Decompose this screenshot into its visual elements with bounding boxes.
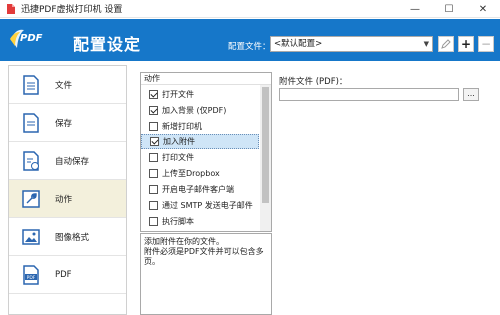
pdf-file-icon: PDF [23, 265, 39, 285]
list-item[interactable]: 开启电子邮件客户端 [141, 182, 259, 197]
svg-text:PDF: PDF [27, 275, 36, 281]
checkbox[interactable] [149, 153, 158, 162]
list-item-label: 上传至Dropbox [162, 169, 220, 178]
sidebar-item-document[interactable]: 文件 [9, 66, 126, 104]
logo-text: PDF [20, 33, 43, 44]
config-select-value: <默认配置> [274, 39, 323, 49]
list-item[interactable]: 执行脚本 [141, 214, 259, 229]
list-item-label: 打开文件 [162, 90, 194, 99]
edit-config-button[interactable] [438, 36, 454, 52]
list-item[interactable]: 打开文件 [141, 87, 259, 102]
autosave-icon [23, 151, 39, 171]
list-item[interactable]: 加入背景 (仅PDF) [141, 103, 259, 118]
checkbox[interactable] [149, 106, 158, 115]
plus-icon: + [460, 37, 472, 51]
list-item-label: 开启电子邮件客户端 [162, 185, 234, 194]
sidebar: 文件 保存 自动保存 动作 图像格式 PDF PDF [8, 65, 127, 315]
list-item[interactable]: 打印文件 [141, 150, 259, 165]
sidebar-item-autosave[interactable]: 自动保存 [9, 142, 126, 180]
pencil-icon [441, 39, 451, 49]
list-item-label: 执行脚本 [162, 217, 194, 226]
minus-icon: − [480, 37, 492, 51]
sidebar-item-save[interactable]: 保存 [9, 104, 126, 142]
checkbox[interactable] [149, 201, 158, 210]
image-icon [22, 229, 40, 245]
list-item[interactable]: 通过 SMTP 发送电子邮件 [141, 198, 259, 213]
wrench-icon [22, 190, 40, 208]
actions-list-header: 动作 [141, 73, 271, 85]
list-item-label: 新增打印机 [162, 122, 202, 131]
sidebar-item-label: 图像格式 [55, 232, 90, 243]
list-item-label: 加入附件 [163, 137, 195, 146]
list-item-label: 加入背景 (仅PDF) [162, 106, 227, 115]
description-line: 添加附件在你的文件。 [144, 237, 224, 246]
remove-config-button[interactable]: − [478, 36, 494, 52]
close-button[interactable]: ✕ [466, 0, 500, 18]
minimize-button[interactable]: — [398, 0, 432, 18]
checkbox[interactable] [149, 217, 158, 226]
sidebar-item-actions[interactable]: 动作 [9, 180, 126, 218]
sidebar-item-label: 动作 [55, 194, 73, 205]
checkbox[interactable] [149, 185, 158, 194]
maximize-button[interactable]: ☐ [432, 0, 466, 18]
sidebar-item-label: PDF [55, 269, 72, 280]
list-item[interactable]: 上传至Dropbox [141, 166, 259, 181]
header-band: PDF 配置设定 配置文件： <默认配置> ▼ + − [0, 19, 500, 61]
actions-list[interactable]: 动作 打开文件 加入背景 (仅PDF) 新增打印机 加入附件 打印文件 上传至D… [140, 72, 272, 232]
add-config-button[interactable]: + [458, 36, 474, 52]
list-item-label: 通过 SMTP 发送电子邮件 [162, 201, 253, 210]
list-item[interactable]: 新增打印机 [141, 119, 259, 134]
page-title: 配置设定 [73, 35, 142, 54]
attachment-file-input[interactable] [279, 88, 459, 101]
checkbox[interactable] [149, 122, 158, 131]
app-icon [7, 3, 15, 14]
title-bar: 迅捷PDF虚拟打印机 设置 — ☐ ✕ [0, 0, 500, 18]
action-description: 添加附件在你的文件。 附件必须是PDF文件并可以包含多页。 [140, 233, 272, 315]
scrollbar-thumb[interactable] [262, 87, 269, 203]
document-icon [23, 75, 39, 95]
window-title: 迅捷PDF虚拟打印机 设置 [21, 5, 123, 15]
checkbox[interactable] [150, 137, 159, 146]
config-select[interactable]: <默认配置> ▼ [270, 36, 433, 52]
checkbox[interactable] [149, 90, 158, 99]
config-label: 配置文件： [228, 42, 271, 52]
sidebar-item-pdf[interactable]: PDF PDF [9, 256, 126, 294]
attachment-label: 附件文件 (PDF)： [279, 77, 348, 87]
description-line: 附件必须是PDF文件并可以包含多页。 [144, 247, 264, 266]
chevron-down-icon: ▼ [423, 40, 429, 48]
sidebar-item-label: 自动保存 [55, 156, 90, 167]
list-item-label: 打印文件 [162, 153, 194, 162]
browse-button[interactable]: ... [463, 88, 479, 101]
sidebar-item-image-format[interactable]: 图像格式 [9, 218, 126, 256]
sidebar-item-label: 保存 [55, 118, 73, 129]
checkbox[interactable] [149, 169, 158, 178]
save-document-icon [23, 113, 39, 133]
sidebar-item-label: 文件 [55, 80, 73, 91]
list-item-selected[interactable]: 加入附件 [141, 134, 259, 149]
